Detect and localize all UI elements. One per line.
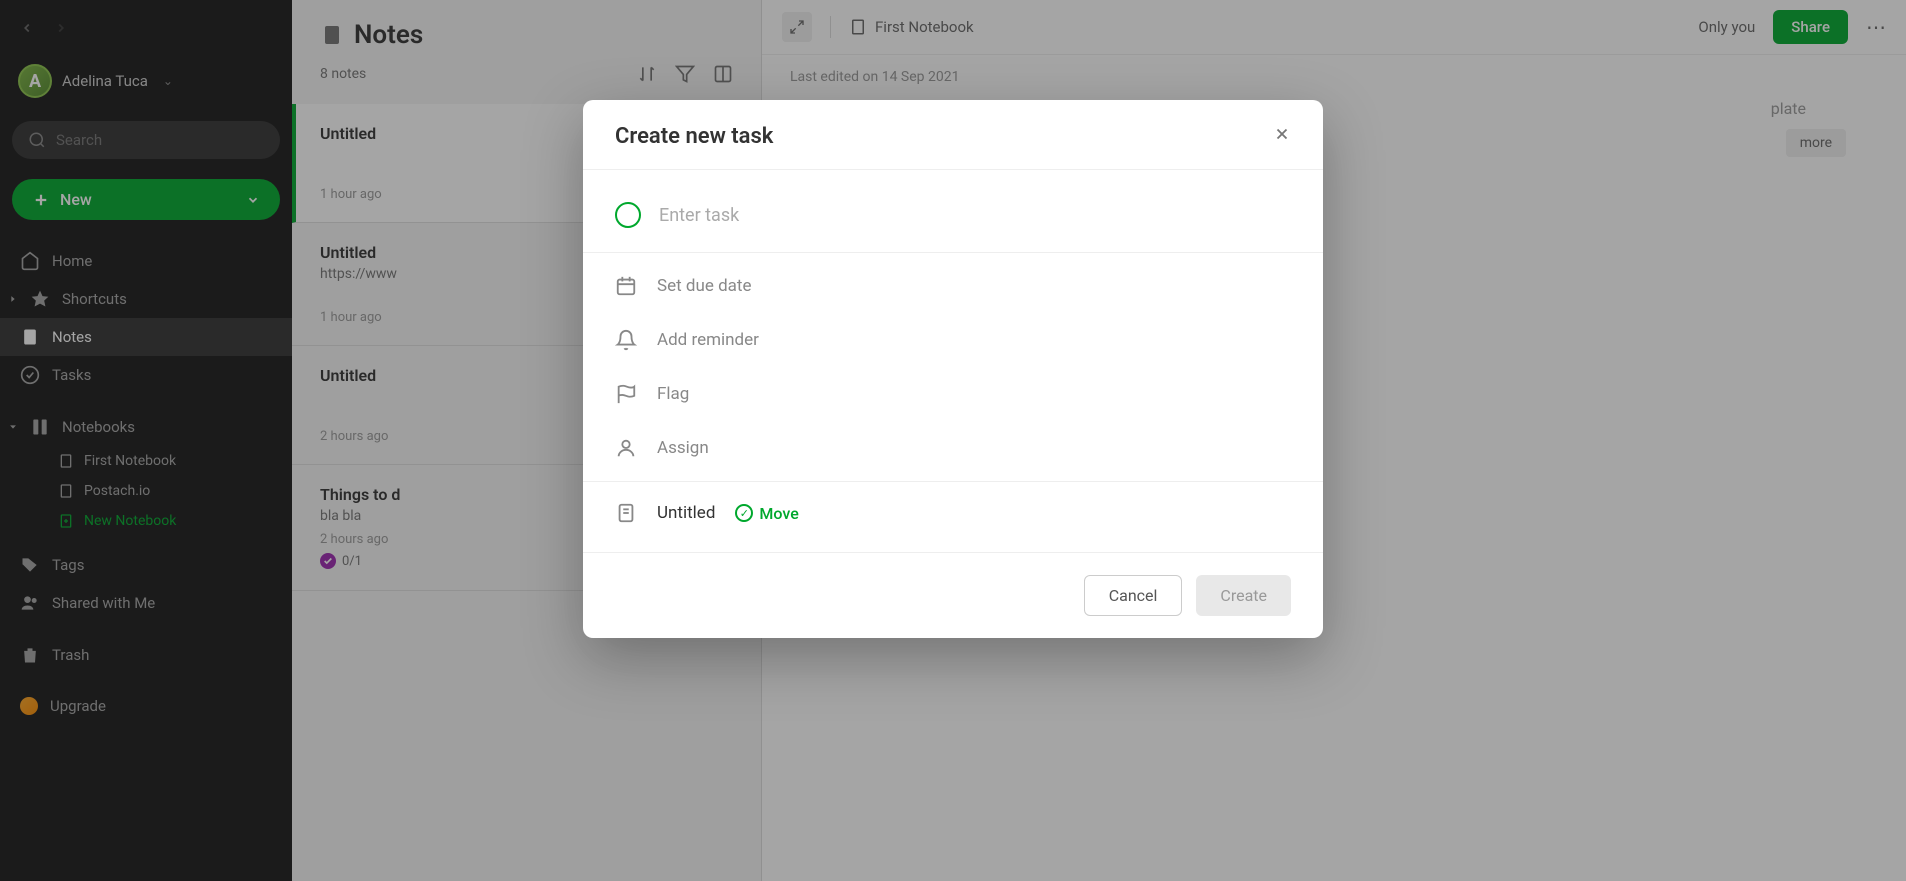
option-label: Set due date xyxy=(657,276,752,296)
option-label: Assign xyxy=(657,438,709,458)
modal-overlay: Create new task Set due date Add reminde… xyxy=(0,0,1906,881)
flag-option[interactable]: Flag xyxy=(583,367,1323,421)
cancel-button[interactable]: Cancel xyxy=(1084,575,1183,616)
close-icon[interactable] xyxy=(1273,125,1291,148)
assign-option[interactable]: Assign xyxy=(583,421,1323,475)
move-check-icon: ✓ xyxy=(735,504,753,522)
task-checkbox-icon[interactable] xyxy=(615,202,641,228)
modal-title: Create new task xyxy=(615,124,773,149)
flag-icon xyxy=(615,383,637,405)
calendar-icon xyxy=(615,275,637,297)
option-label: Flag xyxy=(657,384,689,404)
bell-icon xyxy=(615,329,637,351)
reminder-option[interactable]: Add reminder xyxy=(583,313,1323,367)
note-reference-label: Untitled xyxy=(657,503,715,523)
note-icon xyxy=(615,502,637,524)
create-button[interactable]: Create xyxy=(1196,575,1291,616)
create-task-modal: Create new task Set due date Add reminde… xyxy=(583,100,1323,638)
due-date-option[interactable]: Set due date xyxy=(583,259,1323,313)
move-button[interactable]: ✓ Move xyxy=(735,504,798,523)
move-label: Move xyxy=(759,504,798,523)
person-icon xyxy=(615,437,637,459)
task-name-input[interactable] xyxy=(659,205,1291,226)
option-label: Add reminder xyxy=(657,330,759,350)
